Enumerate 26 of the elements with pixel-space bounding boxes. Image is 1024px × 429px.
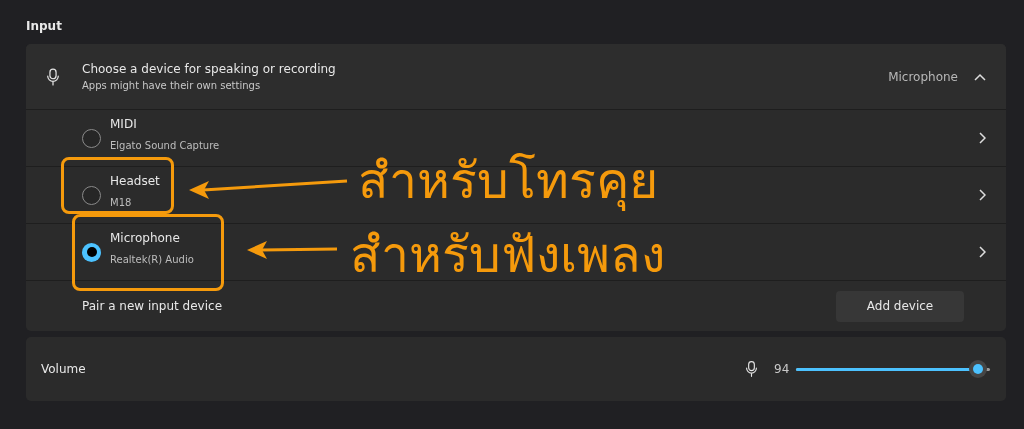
device-name: Microphone [110, 230, 180, 247]
volume-label: Volume [41, 361, 87, 378]
device-detail: Elgato Sound Capture [110, 139, 220, 153]
radio-button[interactable] [82, 128, 101, 148]
volume-reading: 94 [774, 361, 791, 378]
callout-text: สำหรับโทรคุย [358, 151, 658, 213]
device-picker-header[interactable]: Choose a device for speaking or recording Apps might have their own settings Microphone [26, 44, 1006, 110]
microphone-icon [745, 360, 758, 378]
callout-text: สำหรับฟังเพลง [350, 225, 665, 286]
microphone-icon [46, 67, 60, 86]
current-device: Microphone [888, 68, 958, 86]
add-device-button[interactable]: Add device [836, 290, 964, 322]
radio-button[interactable] [82, 185, 101, 205]
radio-button[interactable] [82, 242, 101, 262]
device-detail: M18 [110, 196, 132, 210]
pair-label: Pair a new input device [82, 298, 223, 315]
chevron-right-icon [979, 132, 986, 144]
picker-subtitle: Apps might have their own settings [82, 79, 262, 93]
chevron-right-icon [979, 246, 986, 258]
section-title: Input [26, 18, 63, 35]
picker-title: Choose a device for speaking or recording [82, 61, 337, 78]
device-name: MIDI [110, 116, 137, 133]
device-detail: Realtek(R) Audio [110, 253, 194, 267]
device-name: Headset [110, 173, 160, 190]
volume-slider[interactable] [796, 360, 990, 378]
chevron-right-icon [979, 189, 986, 201]
